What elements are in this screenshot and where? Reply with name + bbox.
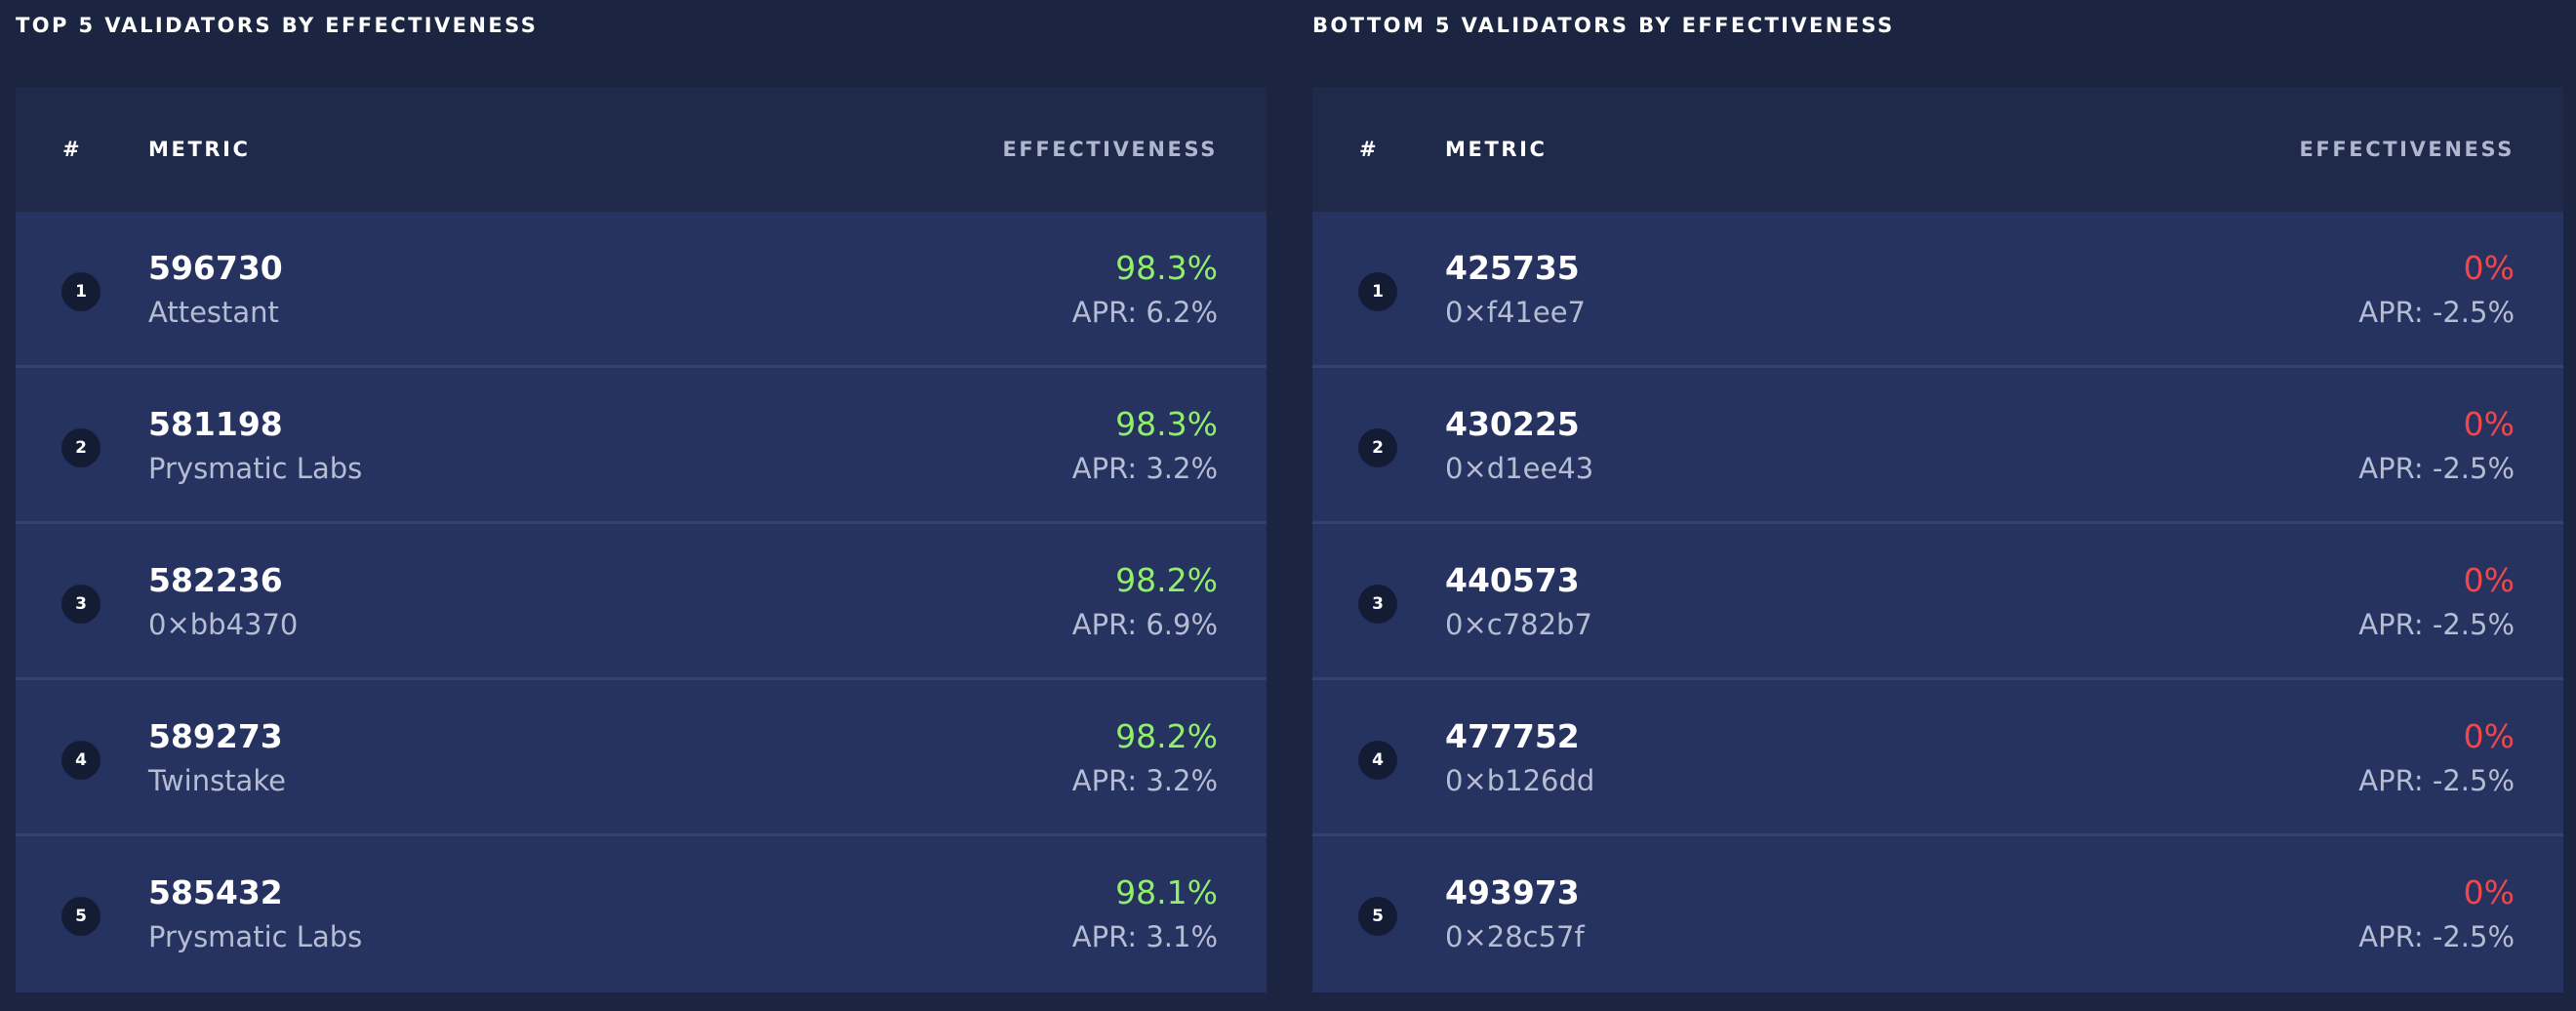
validators-dashboard: TOP 5 VALIDATORS BY EFFECTIVENESS # METR…: [0, 0, 2576, 1011]
validator-id: 493973: [1445, 873, 1580, 911]
effectiveness-value: 98.1%: [1115, 873, 1218, 911]
table-row[interactable]: 4 589273 Twinstake 98.2% APR: 3.2%: [16, 680, 1267, 836]
validator-name: Prysmatic Labs: [148, 452, 363, 485]
rank-badge: 5: [61, 897, 101, 936]
effectiveness-value: 0%: [2463, 873, 2515, 911]
rank-badge: 3: [1358, 585, 1397, 624]
apr-value: APR: -2.5%: [2358, 452, 2515, 485]
apr-value: APR: -2.5%: [2358, 920, 2515, 953]
apr-value: APR: -2.5%: [2358, 296, 2515, 329]
validator-id: 477752: [1445, 717, 1580, 755]
validator-id: 425735: [1445, 249, 1580, 287]
rank-column-header: #: [1359, 138, 1380, 161]
validator-id: 585432: [148, 873, 283, 911]
validator-name: Attestant: [148, 296, 279, 329]
bottom-validators-panel: BOTTOM 5 VALIDATORS BY EFFECTIVENESS # M…: [1312, 0, 2563, 992]
table-row[interactable]: 2 430225 0×d1ee43 0% APR: -2.5%: [1312, 368, 2563, 524]
rank-badge: 5: [1358, 897, 1397, 936]
table-header: # METRIC EFFECTIVENESS: [16, 87, 1267, 212]
validator-id: 430225: [1445, 405, 1580, 443]
validator-name: Twinstake: [148, 764, 286, 797]
rank-column-header: #: [62, 138, 83, 161]
apr-value: APR: 3.2%: [1071, 764, 1218, 797]
table-row[interactable]: 1 425735 0×f41ee7 0% APR: -2.5%: [1312, 212, 2563, 368]
top-validators-table: # METRIC EFFECTIVENESS 1 596730 Attestan…: [16, 87, 1267, 992]
effectiveness-value: 98.2%: [1115, 561, 1218, 599]
validator-name: 0×bb4370: [148, 608, 299, 641]
apr-value: APR: 3.1%: [1071, 920, 1218, 953]
table-row[interactable]: 3 582236 0×bb4370 98.2% APR: 6.9%: [16, 524, 1267, 680]
table-row[interactable]: 1 596730 Attestant 98.3% APR: 6.2%: [16, 212, 1267, 368]
apr-value: APR: 3.2%: [1071, 452, 1218, 485]
validator-id: 596730: [148, 249, 283, 287]
metric-column-header: METRIC: [1445, 138, 1548, 161]
validator-name: Prysmatic Labs: [148, 920, 363, 953]
table-header: # METRIC EFFECTIVENESS: [1312, 87, 2563, 212]
effectiveness-value: 98.3%: [1115, 405, 1218, 443]
table-row[interactable]: 5 493973 0×28c57f 0% APR: -2.5%: [1312, 836, 2563, 992]
validator-address: 0×c782b7: [1445, 608, 1592, 641]
table-row[interactable]: 2 581198 Prysmatic Labs 98.3% APR: 3.2%: [16, 368, 1267, 524]
validator-address: 0×d1ee43: [1445, 452, 1594, 485]
apr-value: APR: -2.5%: [2358, 608, 2515, 641]
validator-id: 589273: [148, 717, 283, 755]
effectiveness-value: 98.3%: [1115, 249, 1218, 287]
rank-badge: 1: [61, 272, 101, 311]
effectiveness-value: 98.2%: [1115, 717, 1218, 755]
effectiveness-value: 0%: [2463, 717, 2515, 755]
validator-id: 581198: [148, 405, 283, 443]
rank-badge: 2: [1358, 428, 1397, 467]
rank-badge: 1: [1358, 272, 1397, 311]
panel-title: BOTTOM 5 VALIDATORS BY EFFECTIVENESS: [1312, 14, 1895, 37]
rank-badge: 4: [61, 741, 101, 780]
apr-value: APR: 6.9%: [1071, 608, 1218, 641]
table-row[interactable]: 3 440573 0×c782b7 0% APR: -2.5%: [1312, 524, 2563, 680]
panel-title: TOP 5 VALIDATORS BY EFFECTIVENESS: [16, 14, 539, 37]
validator-address: 0×f41ee7: [1445, 296, 1586, 329]
rank-badge: 4: [1358, 741, 1397, 780]
apr-value: APR: -2.5%: [2358, 764, 2515, 797]
effectiveness-column-header: EFFECTIVENESS: [2299, 138, 2515, 161]
effectiveness-column-header: EFFECTIVENESS: [1002, 138, 1218, 161]
table-row[interactable]: 4 477752 0×b126dd 0% APR: -2.5%: [1312, 680, 2563, 836]
apr-value: APR: 6.2%: [1071, 296, 1218, 329]
validator-address: 0×28c57f: [1445, 920, 1585, 953]
effectiveness-value: 0%: [2463, 561, 2515, 599]
metric-column-header: METRIC: [148, 138, 251, 161]
table-row[interactable]: 5 585432 Prysmatic Labs 98.1% APR: 3.1%: [16, 836, 1267, 992]
top-validators-panel: TOP 5 VALIDATORS BY EFFECTIVENESS # METR…: [16, 0, 1267, 992]
validator-id: 582236: [148, 561, 283, 599]
rank-badge: 2: [61, 428, 101, 467]
effectiveness-value: 0%: [2463, 249, 2515, 287]
validator-id: 440573: [1445, 561, 1580, 599]
validator-address: 0×b126dd: [1445, 764, 1595, 797]
effectiveness-value: 0%: [2463, 405, 2515, 443]
bottom-validators-table: # METRIC EFFECTIVENESS 1 425735 0×f41ee7…: [1312, 87, 2563, 992]
rank-badge: 3: [61, 585, 101, 624]
